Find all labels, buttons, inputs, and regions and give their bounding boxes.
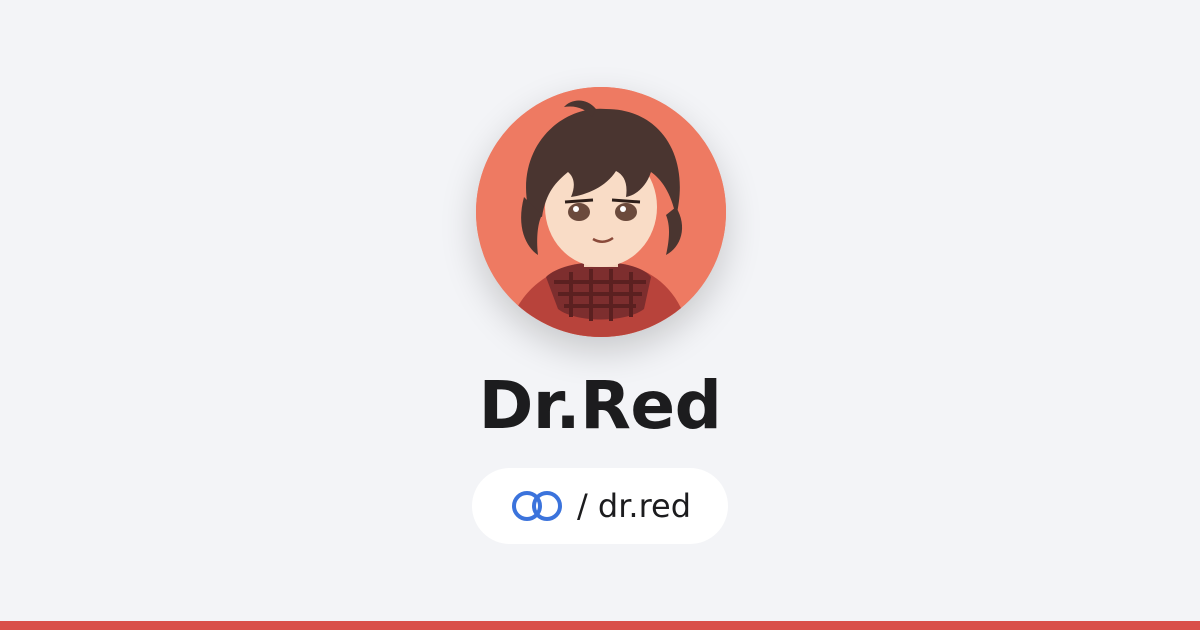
profile-card: Dr.Red / dr.red	[0, 0, 1200, 630]
avatar-illustration-icon	[476, 87, 726, 337]
display-name: Dr.Red	[478, 367, 722, 444]
avatar	[476, 87, 726, 337]
accent-bar	[0, 621, 1200, 630]
interlocked-rings-icon	[509, 489, 565, 523]
handle-label: / dr.red	[576, 487, 692, 525]
profile-link-button[interactable]: / dr.red	[472, 468, 728, 544]
